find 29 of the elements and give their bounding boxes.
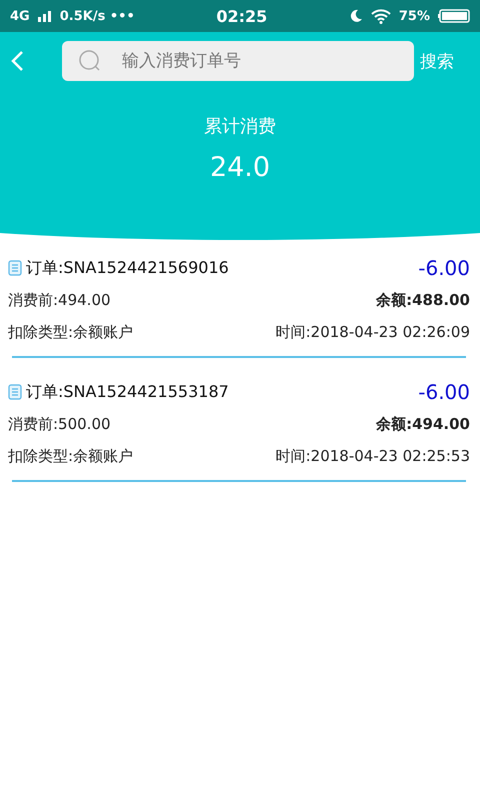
order-time: 时间:2018-04-23 02:25:53 — [276, 446, 470, 466]
balance-before: 消费前:500.00 — [8, 414, 111, 434]
back-icon[interactable] — [10, 50, 24, 72]
order-number: 订单:SNA1524421569016 — [26, 258, 229, 278]
moon-icon — [348, 9, 363, 23]
order-number: 订单:SNA1524421553187 — [26, 382, 229, 402]
signal-icon — [38, 10, 52, 22]
search-button[interactable]: 搜索 — [414, 50, 454, 72]
total-amount: 24.0 — [210, 152, 270, 183]
summary-label: 累计消费 — [204, 115, 276, 138]
wifi-icon — [370, 8, 391, 24]
search-input[interactable]: 输入消费订单号 — [120, 50, 398, 72]
battery-icon — [438, 9, 470, 23]
amount: -6.00 — [418, 380, 470, 404]
clock: 02:25 — [216, 6, 268, 26]
document-icon — [8, 384, 22, 400]
balance-after: 余额:494.00 — [376, 414, 470, 434]
order-time: 时间:2018-04-23 02:26:09 — [276, 322, 470, 342]
deduction-type: 扣除类型:余额账户 — [8, 446, 134, 466]
network-label: 4G — [10, 8, 30, 24]
search-icon — [78, 49, 102, 73]
battery-label: 75% — [398, 8, 430, 24]
search-bar[interactable]: 输入消费订单号 — [62, 41, 414, 81]
document-icon — [8, 260, 22, 276]
balance-after: 余额:488.00 — [376, 290, 470, 310]
balance-before: 消费前:494.00 — [8, 290, 111, 310]
deduction-type: 扣除类型:余额账户 — [8, 322, 134, 342]
speed-label: 0.5K/s ••• — [60, 8, 135, 24]
amount: -6.00 — [418, 256, 470, 280]
